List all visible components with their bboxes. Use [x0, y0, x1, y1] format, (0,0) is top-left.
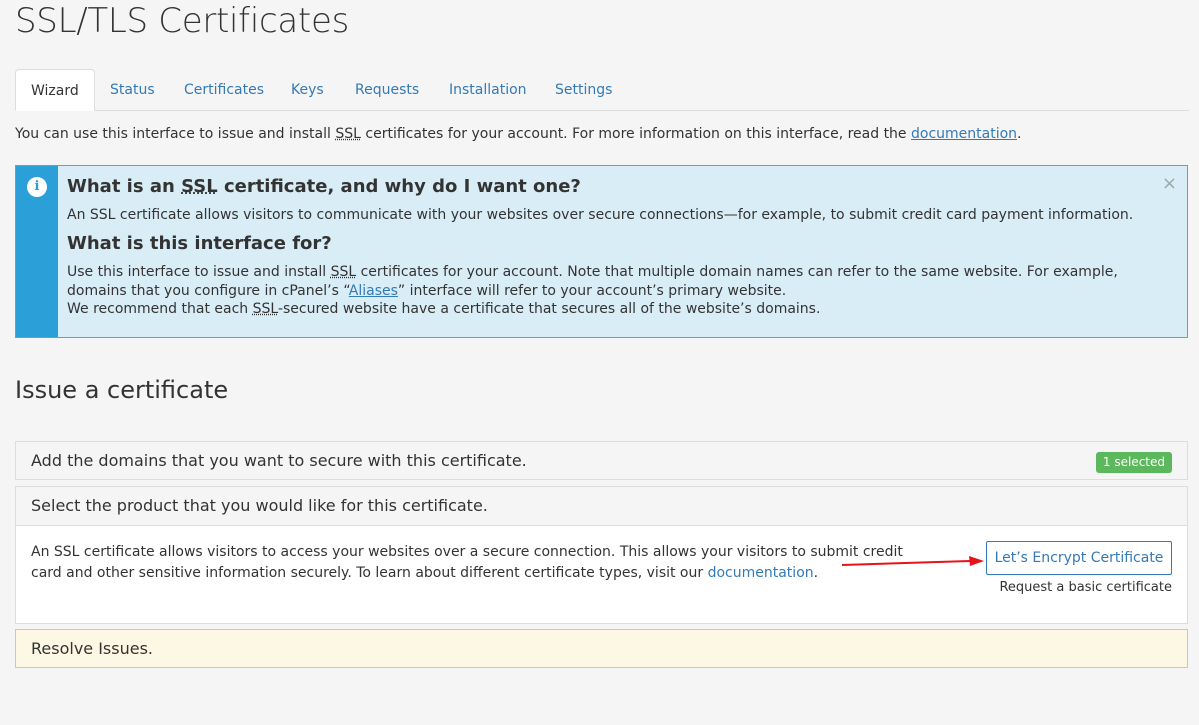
annotation-arrow-head: [969, 556, 984, 566]
paragraph-part: Use this interface to issue and install: [67, 264, 331, 280]
tab-certificates[interactable]: Certificates: [184, 69, 264, 111]
tab-keys[interactable]: Keys: [291, 69, 324, 111]
resolve-issues-title[interactable]: Resolve Issues.: [31, 639, 153, 658]
tab-requests[interactable]: Requests: [355, 69, 419, 111]
intro-text-part: You can use this interface to issue and …: [15, 126, 336, 142]
alert-heading-interface: What is this interface for?: [67, 233, 332, 254]
lets-encrypt-certificate-button[interactable]: Let’s Encrypt Certificate: [986, 541, 1172, 575]
resolve-issues-panel[interactable]: Resolve Issues.: [15, 629, 1188, 668]
tab-status[interactable]: Status: [110, 69, 155, 111]
paragraph-part: -secured website have a certificate that…: [277, 301, 821, 317]
ssl-abbr: SSL: [181, 176, 218, 197]
intro-text-part: .: [1017, 126, 1022, 142]
lets-encrypt-subtext: Request a basic certificate: [999, 580, 1172, 595]
domains-panel-title[interactable]: Add the domains that you want to secure …: [31, 451, 527, 470]
heading-part: What is an: [67, 176, 182, 197]
product-panel-header[interactable]: Select the product that you would like f…: [16, 487, 1187, 526]
intro-text: You can use this interface to issue and …: [15, 126, 1022, 142]
alert-heading-what-is-ssl: What is an SSL certificate, and why do I…: [67, 176, 581, 197]
alert-paragraph: Use this interface to issue and install …: [67, 263, 1167, 301]
tab-installation[interactable]: Installation: [449, 69, 527, 111]
tab-bar: Wizard Status Certificates Keys Requests…: [15, 69, 1189, 111]
page: SSL/TLS Certificates Wizard Status Certi…: [0, 0, 1199, 725]
tab-wizard[interactable]: Wizard: [15, 69, 95, 111]
intro-text-part: certificates for your account. For more …: [360, 126, 911, 142]
product-panel-title[interactable]: Select the product that you would like f…: [31, 496, 488, 515]
alert-paragraph: We recommend that each SSL-secured websi…: [67, 300, 1167, 319]
paragraph-part: ” interface will refer to your account’s…: [397, 283, 787, 299]
product-panel: Select the product that you would like f…: [15, 486, 1188, 624]
ssl-abbr: SSL: [330, 264, 357, 280]
tab-settings[interactable]: Settings: [555, 69, 612, 111]
aliases-link[interactable]: Aliases: [349, 283, 398, 299]
info-rail: i: [16, 166, 58, 337]
info-alert: i × What is an SSL certificate, and why …: [15, 165, 1188, 338]
annotation-arrow-icon: [841, 556, 984, 566]
info-icon: i: [27, 177, 47, 197]
annotation-arrow-shaft: [841, 560, 971, 566]
ssl-abbr: SSL: [335, 126, 361, 142]
heading-part: certificate, and why do I want one?: [217, 176, 581, 197]
page-title: SSL/TLS Certificates: [15, 1, 349, 41]
documentation-link[interactable]: documentation: [708, 565, 814, 581]
domains-panel[interactable]: Add the domains that you want to secure …: [15, 441, 1188, 480]
documentation-link[interactable]: documentation: [911, 126, 1017, 142]
selected-count-badge: 1 selected: [1095, 452, 1172, 473]
ssl-abbr: SSL: [252, 301, 278, 317]
paragraph-part: We recommend that each: [67, 301, 253, 317]
description-part: .: [813, 565, 819, 581]
issue-certificate-heading: Issue a certificate: [15, 376, 229, 404]
product-description: An SSL certificate allows visitors to ac…: [31, 542, 911, 584]
alert-paragraph: An SSL certificate allows visitors to co…: [67, 207, 1134, 223]
close-icon[interactable]: ×: [1162, 174, 1177, 194]
